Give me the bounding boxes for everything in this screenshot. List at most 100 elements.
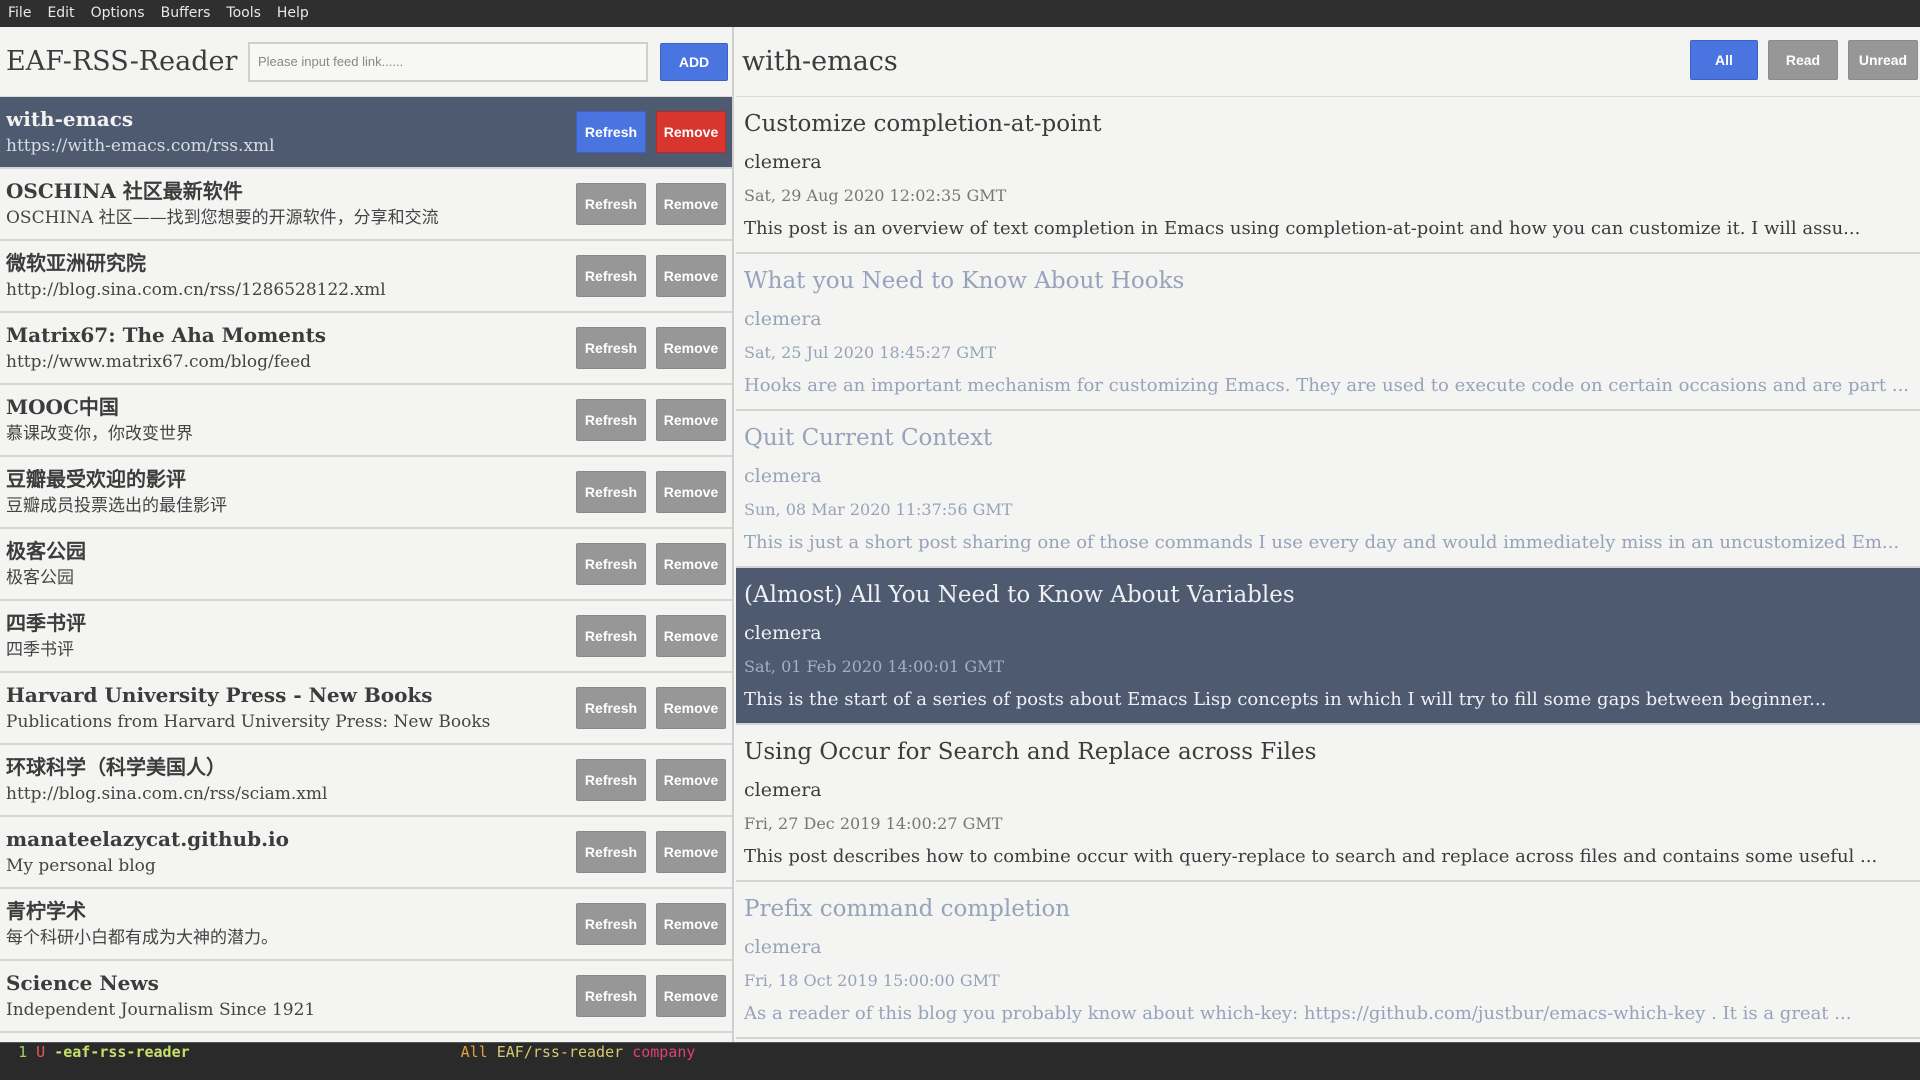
filter-all-button[interactable]: All bbox=[1690, 40, 1758, 80]
article-item[interactable]: (Almost) All You Need to Know About Vari… bbox=[736, 568, 1920, 725]
feed-item[interactable]: 极客公园 极客公园 Refresh Remove bbox=[0, 529, 732, 601]
refresh-feed-button[interactable]: Refresh bbox=[576, 543, 646, 585]
remove-feed-button[interactable]: Remove bbox=[656, 183, 726, 225]
menu-file[interactable]: File bbox=[0, 0, 39, 27]
feed-item[interactable]: OSCHINA 社区最新软件 OSCHINA 社区——找到您想要的开源软件，分享和… bbox=[0, 169, 732, 241]
refresh-feed-button[interactable]: Refresh bbox=[576, 111, 646, 153]
refresh-feed-button[interactable]: Refresh bbox=[576, 831, 646, 873]
menu-options[interactable]: Options bbox=[83, 0, 153, 27]
feed-item[interactable]: MOOC中国 慕课改变你，你改变世界 Refresh Remove bbox=[0, 385, 732, 457]
feed-item[interactable]: 微软亚洲研究院 http://blog.sina.com.cn/rss/12865… bbox=[0, 241, 732, 313]
feed-text: 四季书评 四季书评 bbox=[6, 609, 576, 663]
remove-feed-button[interactable]: Remove bbox=[656, 255, 726, 297]
feed-item[interactable]: 豆瓣最受欢迎的影评 豆瓣成员投票选出的最佳影评 Refresh Remove bbox=[0, 457, 732, 529]
refresh-feed-button[interactable]: Refresh bbox=[576, 975, 646, 1017]
feed-item[interactable]: manateelazycat.github.io My personal blog… bbox=[0, 817, 732, 889]
article-list-header: with-emacs All Read Unread bbox=[736, 27, 1920, 97]
remove-feed-button[interactable]: Remove bbox=[656, 975, 726, 1017]
feed-subtitle: My personal blog bbox=[6, 856, 156, 876]
article-item[interactable]: Customize completion-at-point clemera Sat,… bbox=[736, 97, 1920, 254]
article-list-pane: with-emacs All Read Unread Customize com… bbox=[736, 27, 1920, 1042]
feed-item[interactable]: Science News Independent Journalism Since… bbox=[0, 961, 732, 1033]
menu-buffers[interactable]: Buffers bbox=[153, 0, 219, 27]
article-summary: This is the start of a series of posts a… bbox=[744, 689, 1827, 710]
menu-tools[interactable]: Tools bbox=[218, 0, 269, 27]
refresh-feed-button[interactable]: Refresh bbox=[576, 615, 646, 657]
article-item[interactable]: Using Occur for Search and Replace acros… bbox=[736, 725, 1920, 882]
feed-item[interactable]: 环球科学（科学美国人） http://blog.sina.com.cn/rss/s… bbox=[0, 745, 732, 817]
window-number: 1 bbox=[18, 1043, 28, 1061]
article-date: Sat, 25 Jul 2020 18:45:27 GMT bbox=[744, 343, 997, 362]
article-date: Fri, 18 Oct 2019 15:00:00 GMT bbox=[744, 971, 1000, 990]
article-list: Customize completion-at-point clemera Sat,… bbox=[736, 97, 1920, 1039]
feed-list: with-emacs https://with-emacs.com/rss.xml… bbox=[0, 97, 732, 1033]
feed-text: OSCHINA 社区最新软件 OSCHINA 社区——找到您想要的开源软件，分享和… bbox=[6, 177, 576, 231]
article-author: clemera bbox=[744, 622, 822, 644]
remove-feed-button[interactable]: Remove bbox=[656, 759, 726, 801]
article-title: Using Occur for Search and Replace acros… bbox=[744, 739, 1317, 765]
menu-bar: File Edit Options Buffers Tools Help bbox=[0, 0, 1920, 27]
refresh-feed-button[interactable]: Refresh bbox=[576, 471, 646, 513]
feed-subtitle: 极客公园 bbox=[6, 568, 74, 588]
feed-text: 青柠学术 每个科研小白都有成为大神的潜力。 bbox=[6, 897, 576, 951]
article-summary: Hooks are an important mechanism for cus… bbox=[744, 375, 1910, 396]
feed-text: Science News Independent Journalism Since… bbox=[6, 969, 576, 1023]
article-summary: This post describes how to combine occur… bbox=[744, 846, 1878, 867]
filter-unread-button[interactable]: Unread bbox=[1848, 40, 1918, 80]
article-author: clemera bbox=[744, 308, 822, 330]
article-item[interactable]: Prefix command completion clemera Fri, 18 … bbox=[736, 882, 1920, 1039]
remove-feed-button[interactable]: Remove bbox=[656, 111, 726, 153]
feed-title: Matrix67: The Aha Moments bbox=[6, 323, 327, 347]
article-summary: This is just a short post sharing one of… bbox=[744, 532, 1900, 553]
refresh-feed-button[interactable]: Refresh bbox=[576, 183, 646, 225]
refresh-feed-button[interactable]: Refresh bbox=[576, 327, 646, 369]
remove-feed-button[interactable]: Remove bbox=[656, 327, 726, 369]
feed-link-input[interactable] bbox=[248, 41, 648, 82]
refresh-feed-button[interactable]: Refresh bbox=[576, 687, 646, 729]
article-title: Quit Current Context bbox=[744, 425, 993, 451]
minibuffer[interactable] bbox=[0, 1062, 1920, 1080]
remove-feed-button[interactable]: Remove bbox=[656, 615, 726, 657]
remove-feed-button[interactable]: Remove bbox=[656, 831, 726, 873]
feed-title: 极客公园 bbox=[6, 539, 86, 563]
feed-title: MOOC中国 bbox=[6, 395, 119, 419]
minor-mode: company bbox=[632, 1043, 696, 1061]
remove-feed-button[interactable]: Remove bbox=[656, 687, 726, 729]
refresh-feed-button[interactable]: Refresh bbox=[576, 903, 646, 945]
feed-item[interactable]: with-emacs https://with-emacs.com/rss.xml… bbox=[0, 97, 732, 169]
feed-title: Science News bbox=[6, 971, 159, 995]
feed-text: MOOC中国慕课改变你，你改变世界 bbox=[6, 393, 576, 447]
article-date: Sat, 01 Feb 2020 14:00:01 GMT bbox=[744, 657, 1005, 676]
remove-feed-button[interactable]: Remove bbox=[656, 903, 726, 945]
feed-item[interactable]: Harvard University Press - New Books Publ… bbox=[0, 673, 732, 745]
feed-text: with-emacs https://with-emacs.com/rss.xml bbox=[6, 105, 576, 159]
feed-title: manateelazycat.github.io bbox=[6, 827, 289, 851]
feed-item[interactable]: 四季书评 四季书评 Refresh Remove bbox=[0, 601, 732, 673]
app-title: EAF-RSS-Reader bbox=[6, 46, 238, 77]
refresh-feed-button[interactable]: Refresh bbox=[576, 255, 646, 297]
feed-item[interactable]: Matrix67: The Aha Moments http://www.matr… bbox=[0, 313, 732, 385]
article-item[interactable]: What you Need to Know About Hooks clemera… bbox=[736, 254, 1920, 411]
feed-text: 豆瓣最受欢迎的影评 豆瓣成员投票选出的最佳影评 bbox=[6, 465, 576, 519]
refresh-feed-button[interactable]: Refresh bbox=[576, 759, 646, 801]
menu-edit[interactable]: Edit bbox=[39, 0, 82, 27]
feed-item[interactable]: 青柠学术 每个科研小白都有成为大神的潜力。 Refresh Remove bbox=[0, 889, 732, 961]
major-mode: EAF/rss-reader bbox=[496, 1043, 624, 1061]
article-date: Sat, 29 Aug 2020 12:02:35 GMT bbox=[744, 186, 1007, 205]
menu-help[interactable]: Help bbox=[269, 0, 317, 27]
add-feed-button[interactable]: ADD bbox=[660, 42, 728, 81]
remove-feed-button[interactable]: Remove bbox=[656, 471, 726, 513]
filter-read-button[interactable]: Read bbox=[1768, 40, 1838, 80]
feed-text: Harvard University Press - New Books Publ… bbox=[6, 681, 576, 735]
article-item[interactable]: Quit Current Context clemera Sun, 08 Mar 2… bbox=[736, 411, 1920, 568]
feed-subtitle: 豆瓣成员投票选出的最佳影评 bbox=[6, 496, 227, 516]
article-date: Sun, 08 Mar 2020 11:37:56 GMT bbox=[744, 500, 1013, 519]
refresh-feed-button[interactable]: Refresh bbox=[576, 399, 646, 441]
article-title: Prefix command completion bbox=[744, 896, 1071, 922]
remove-feed-button[interactable]: Remove bbox=[656, 543, 726, 585]
remove-feed-button[interactable]: Remove bbox=[656, 399, 726, 441]
feed-title: 四季书评 bbox=[6, 611, 86, 635]
feed-subtitle: 每个科研小白都有成为大神的潜力。 bbox=[6, 928, 278, 948]
feed-subtitle: 慕课改变你，你改变世界 bbox=[6, 424, 193, 444]
feed-list-header: EAF-RSS-Reader ADD bbox=[0, 27, 732, 97]
